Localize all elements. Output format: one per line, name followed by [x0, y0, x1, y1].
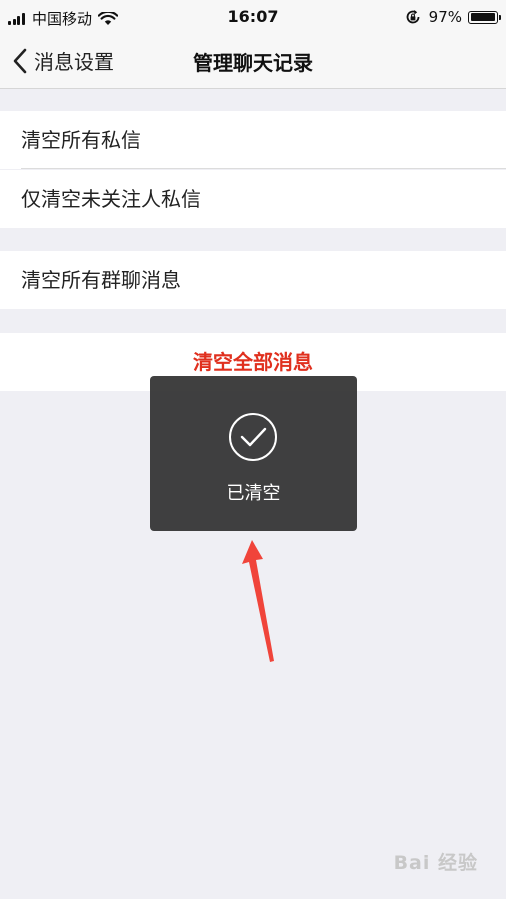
status-bar: 中国移动 16:07 97%: [0, 0, 506, 34]
rotation-lock-icon: [406, 10, 420, 24]
watermark: Bai 经验: [393, 852, 478, 874]
success-toast: 已清空: [150, 376, 357, 531]
battery-fill: [470, 13, 495, 21]
danger-label: 清空全部消息: [193, 350, 313, 374]
clear-all-private-row[interactable]: 清空所有私信: [0, 111, 506, 169]
red-arrow-annotation: [242, 540, 274, 662]
row-label: 仅清空未关注人私信: [21, 187, 201, 211]
clear-all-group-row[interactable]: 清空所有群聊消息: [0, 251, 506, 309]
battery-percent: 97%: [428, 8, 462, 26]
toast-message: 已清空: [226, 483, 281, 504]
row-label: 清空所有私信: [21, 128, 141, 152]
check-circle-icon: [229, 413, 277, 461]
row-label: 清空所有群聊消息: [21, 268, 181, 292]
row-divider: [21, 168, 506, 169]
page-title: 管理聊天记录: [193, 51, 313, 75]
status-right: 97%: [405, 8, 501, 26]
nav-bar: 消息设置 管理聊天记录: [0, 34, 506, 89]
battery-icon: [468, 10, 501, 24]
clear-unfollowed-private-row[interactable]: 仅清空未关注人私信: [0, 170, 506, 228]
